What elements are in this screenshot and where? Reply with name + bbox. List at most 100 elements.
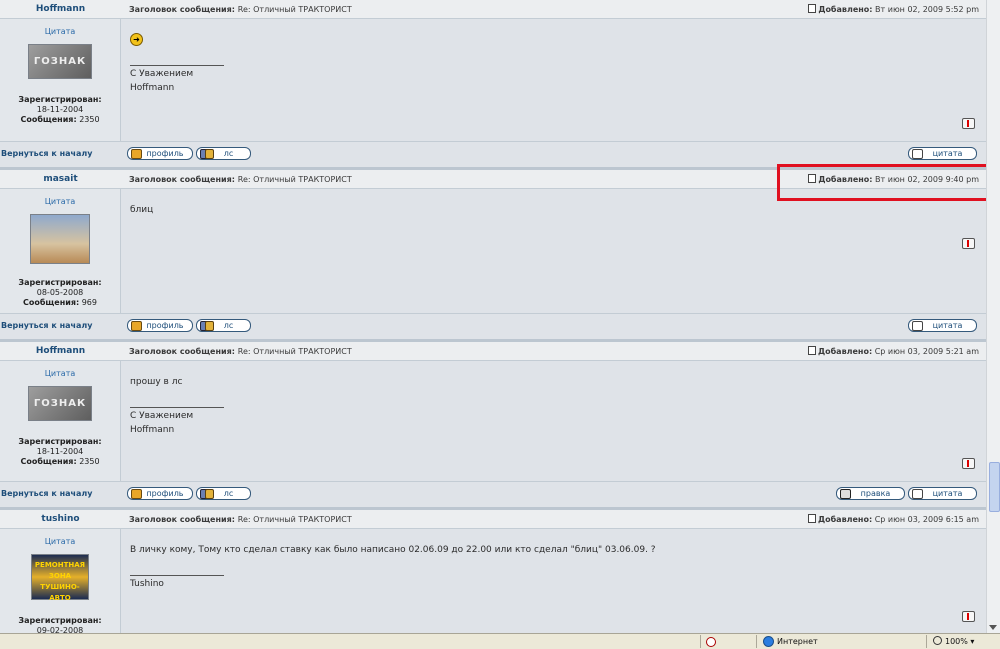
status-segment xyxy=(700,635,721,648)
post-body: прошу в лс С Уважением Hoffmann xyxy=(130,375,224,437)
post-subject: Заголовок сообщения: Re: Отличный ТРАКТО… xyxy=(129,0,352,19)
author-rank: Цитата xyxy=(44,369,76,378)
date-value: Ср июн 03, 2009 6:15 am xyxy=(874,515,979,524)
button-label: лс xyxy=(223,321,234,330)
zoom-level: 100% xyxy=(945,637,968,646)
button-label: профиль xyxy=(146,149,184,158)
button-label: профиль xyxy=(146,321,184,330)
quote-button[interactable]: цитата xyxy=(908,319,977,332)
avatar: ГОЗНАК xyxy=(28,44,92,79)
zoom-control[interactable]: 100% ▾ xyxy=(933,636,974,647)
status-segment: Интернет xyxy=(756,635,927,648)
subject-text: Re: Отличный ТРАКТОРИСТ xyxy=(237,347,352,356)
profile-button[interactable]: профиль xyxy=(127,319,193,332)
author-panel: Цитата РЕМОНТНАЯ ЗОНА ТУШИНО-АВТО Зареги… xyxy=(0,529,121,633)
author-rank: Цитата xyxy=(44,537,76,546)
forum-topic-view: Hoffmann Заголовок сообщения: Re: Отличн… xyxy=(0,0,986,633)
post-link-icon[interactable] xyxy=(808,4,817,13)
posts-count-label: Сообщения: xyxy=(22,298,80,307)
edit-button[interactable]: правка xyxy=(836,487,905,500)
post-author[interactable]: Hoffmann xyxy=(0,0,121,18)
subject-text: Re: Отличный ТРАКТОРИСТ xyxy=(237,5,352,14)
author-panel: Цитата ГОЗНАК Зарегистрирован: 18-11-200… xyxy=(0,361,121,481)
vertical-scrollbar[interactable] xyxy=(986,0,1000,633)
author-info: Зарегистрирован: 18-11-2004 Сообщения: 2… xyxy=(0,95,120,125)
quote-button[interactable]: цитата xyxy=(908,147,977,160)
posts-count-label: Сообщения: xyxy=(20,457,77,466)
report-icon[interactable] xyxy=(962,238,975,249)
post-body: блиц xyxy=(130,203,153,217)
author-info: Зарегистрирован: 18-11-2004 Сообщения: 2… xyxy=(0,437,120,467)
button-label: профиль xyxy=(146,489,184,498)
pm-button[interactable]: лс xyxy=(196,319,251,332)
registered-label: Зарегистрирован: xyxy=(18,278,102,287)
date-label: Добавлено: xyxy=(817,515,873,524)
registered-date: 18-11-2004 xyxy=(36,105,84,114)
back-to-top-link[interactable]: Вернуться к началу xyxy=(1,314,92,338)
registered-label: Зарегистрирован: xyxy=(18,95,102,104)
post-author[interactable]: Hoffmann xyxy=(0,342,121,360)
pm-button[interactable]: лс xyxy=(196,487,251,500)
post-subject: Заголовок сообщения: Re: Отличный ТРАКТО… xyxy=(129,342,352,361)
avatar-text: ГОЗНАК xyxy=(33,56,87,67)
author-info: Зарегистрирован: 08-05-2008 Сообщения: 9… xyxy=(0,278,120,308)
privacy-icon[interactable] xyxy=(706,637,716,647)
back-to-top-link[interactable]: Вернуться к началу xyxy=(1,142,92,166)
button-label: правка xyxy=(860,489,891,498)
report-icon[interactable] xyxy=(962,118,975,129)
browser-status-bar: Интернет 100% ▾ xyxy=(0,633,1000,649)
signature-line: С Уважением xyxy=(130,69,194,79)
post-text: В личку кому, Тому кто сделал ставку как… xyxy=(130,545,656,555)
post-header: tushino Заголовок сообщения: Re: Отличны… xyxy=(0,507,986,529)
profile-icon xyxy=(131,321,142,331)
scrollbar-thumb[interactable] xyxy=(989,462,1000,512)
post-link-icon[interactable] xyxy=(807,514,816,523)
quote-button[interactable]: цитата xyxy=(908,487,977,500)
author-panel: Цитата Зарегистрирован: 08-05-2008 Сообщ… xyxy=(0,189,121,313)
date-label: Добавлено: xyxy=(817,347,873,356)
pm-button[interactable]: лс xyxy=(196,147,251,160)
avatar-text: ГОЗНАК xyxy=(33,398,87,409)
quote-icon xyxy=(912,149,923,159)
avatar: РЕМОНТНАЯ ЗОНА ТУШИНО-АВТО xyxy=(31,554,89,602)
button-label: цитата xyxy=(932,149,963,158)
subject-text: Re: Отличный ТРАКТОРИСТ xyxy=(237,175,352,184)
signature-line: Tushino xyxy=(130,579,164,589)
post-date: Добавлено: Вт июн 02, 2009 5:52 pm xyxy=(808,0,979,19)
post-footer: Вернуться к началу профиль лс цитата xyxy=(0,141,986,163)
signature-divider xyxy=(130,407,224,408)
post-author[interactable]: masait xyxy=(0,170,121,188)
post-footer: Вернуться к началу профиль лс цитата xyxy=(0,313,986,335)
signature-line: С Уважением xyxy=(130,411,194,421)
posts-count-label: Сообщения: xyxy=(20,115,77,124)
back-to-top-link[interactable]: Вернуться к началу xyxy=(1,482,92,506)
post-subject: Заголовок сообщения: Re: Отличный ТРАКТО… xyxy=(129,170,352,189)
button-label: лс xyxy=(223,149,234,158)
post-date: Добавлено: Ср июн 03, 2009 5:21 am xyxy=(807,342,979,361)
post-header: Hoffmann Заголовок сообщения: Re: Отличн… xyxy=(0,0,986,19)
zone-text: Интернет xyxy=(777,637,818,646)
posts-count: 969 xyxy=(81,298,97,307)
registered-date: 18-11-2004 xyxy=(36,447,84,456)
report-icon[interactable] xyxy=(962,611,975,622)
post-author[interactable]: tushino xyxy=(0,510,121,528)
date-label: Добавлено: xyxy=(818,5,873,14)
registered-date: 08-05-2008 xyxy=(36,288,84,297)
post-body: ➜ С Уважением Hoffmann xyxy=(130,33,224,95)
chevron-down-icon: ▾ xyxy=(970,637,975,646)
signature-line: Hoffmann xyxy=(130,425,175,435)
profile-button[interactable]: профиль xyxy=(127,147,193,160)
scroll-down-arrow-icon[interactable] xyxy=(989,625,997,630)
post-subject: Заголовок сообщения: Re: Отличный ТРАКТО… xyxy=(129,510,352,529)
avatar xyxy=(30,214,90,264)
globe-icon xyxy=(763,636,774,647)
post: tushino Заголовок сообщения: Re: Отличны… xyxy=(0,507,986,633)
post-link-icon[interactable] xyxy=(807,346,816,355)
report-icon[interactable] xyxy=(962,458,975,469)
profile-button[interactable]: профиль xyxy=(127,487,193,500)
button-label: цитата xyxy=(932,321,963,330)
date-value: Вт июн 02, 2009 5:52 pm xyxy=(875,5,979,14)
author-rank: Цитата xyxy=(44,197,76,206)
button-label: цитата xyxy=(932,489,963,498)
subject-label: Заголовок сообщения: xyxy=(129,175,235,184)
